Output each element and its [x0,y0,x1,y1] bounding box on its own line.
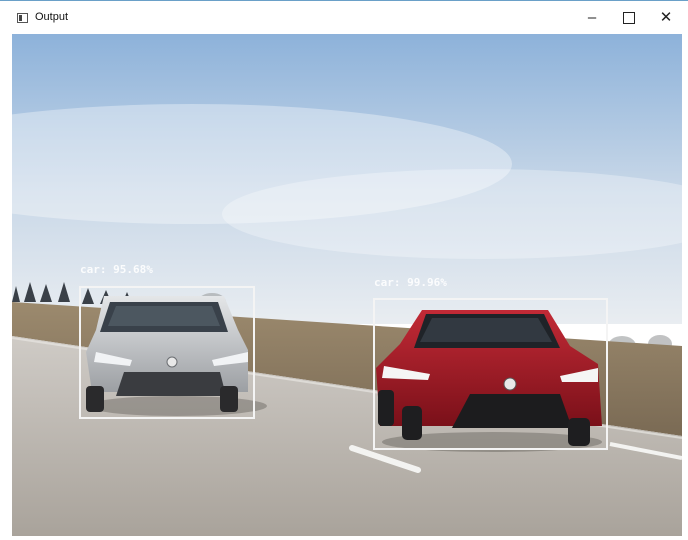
app-window-icon [17,13,28,23]
title-bar[interactable]: Output – ✕ [0,0,688,34]
detection-box-car-2 [373,298,608,450]
output-image: car: 95.68% car: 99.96% [12,34,682,536]
maximize-button[interactable] [614,7,644,29]
road-scene-image [12,34,682,536]
close-button[interactable]: ✕ [651,7,681,29]
detection-label-car-1: car: 95.68% [80,263,153,276]
minimize-icon: – [587,9,597,26]
output-window: Output – ✕ car: 95.68% car: 99.96% [0,0,688,540]
detection-box-car-1 [79,286,255,419]
window-title: Output [35,11,69,23]
maximize-icon [623,12,635,25]
detection-label-car-2: car: 99.96% [374,276,447,289]
close-icon: ✕ [659,9,673,26]
minimize-button[interactable]: – [577,7,607,29]
